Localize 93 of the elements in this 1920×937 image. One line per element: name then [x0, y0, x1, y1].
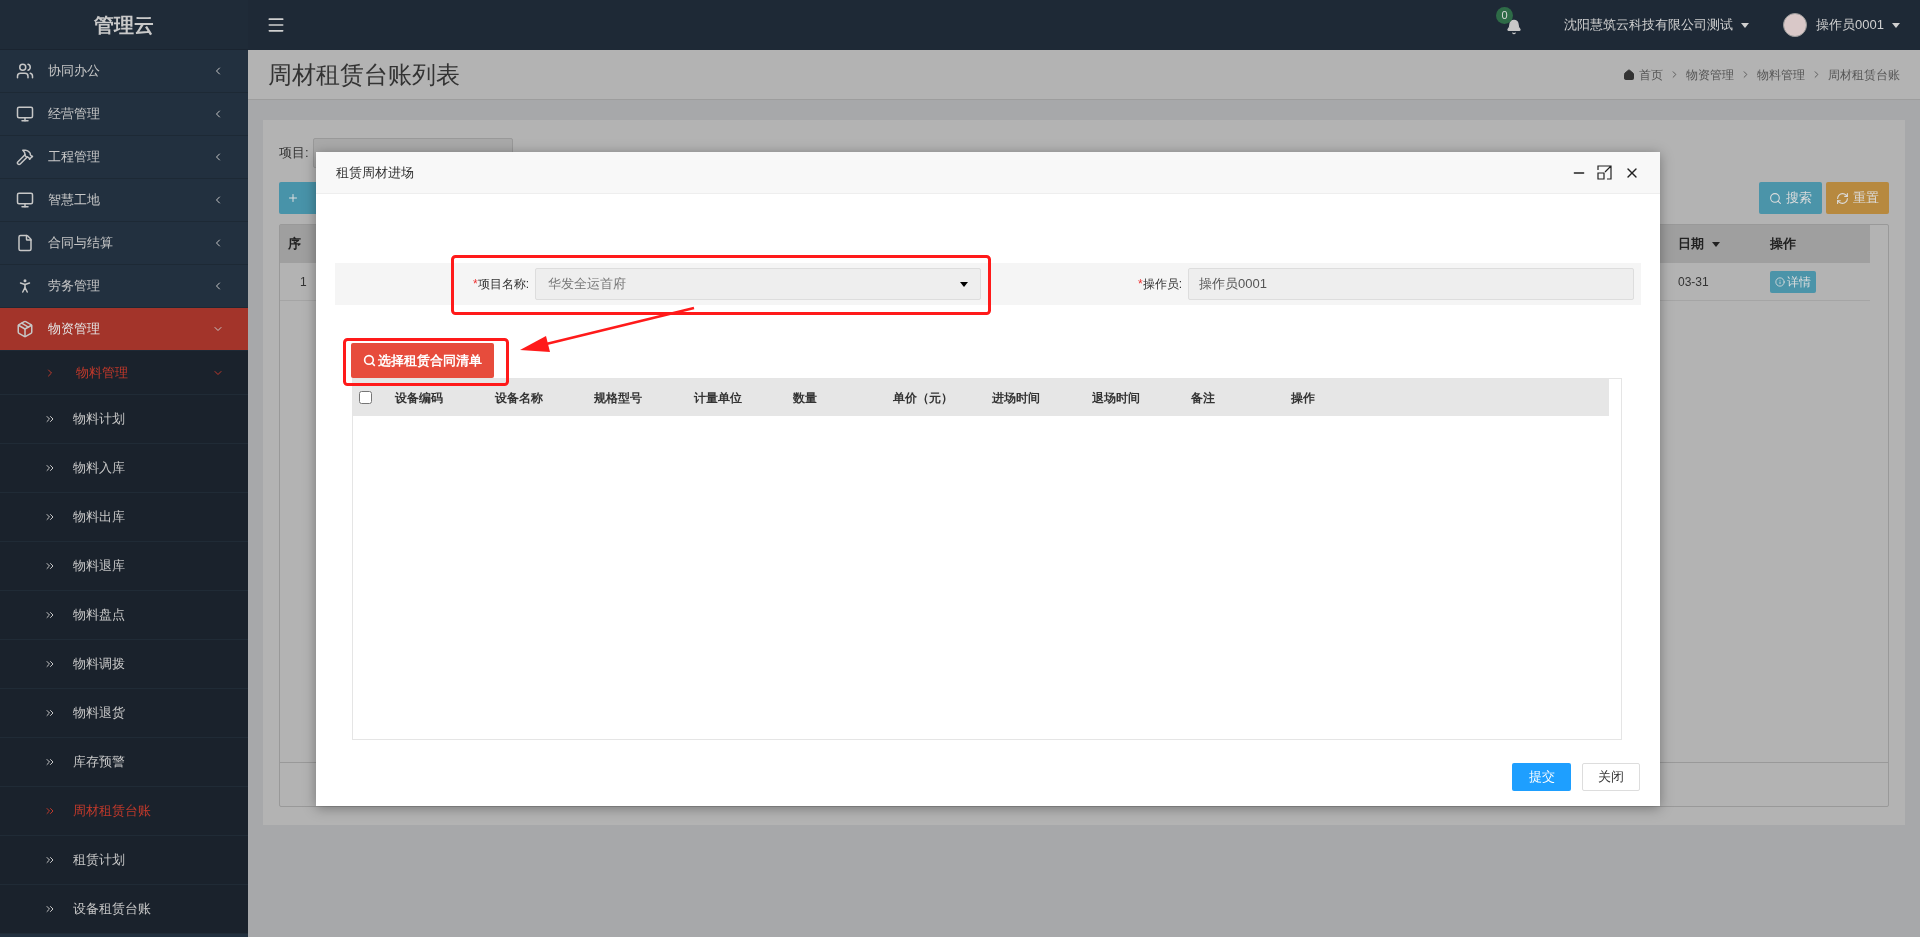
table-cell-text: 1: [299, 273, 308, 291]
search-icon: [363, 354, 376, 367]
sidebar-subitem[interactable]: 库存预警: [0, 738, 248, 787]
sidebar-item-label: 库存预警: [73, 753, 125, 772]
double-chevron-icon: [44, 413, 56, 425]
sidebar-item-label: 物资管理: [48, 320, 101, 339]
project-select[interactable]: 华发全运首府: [535, 268, 981, 300]
column-header: 操作: [1290, 389, 1316, 407]
sidebar-subitem[interactable]: 租赁计划: [0, 836, 248, 885]
sort-icon: [1712, 241, 1720, 247]
column-header: 进场时间: [992, 389, 1041, 407]
double-chevron-icon: [44, 511, 56, 523]
logo-text: 管理云: [94, 12, 154, 38]
sidebar-item[interactable]: 物资管理: [0, 308, 248, 351]
sidebar-item-label: 物料计划: [73, 410, 125, 429]
monitor-icon: [16, 105, 34, 123]
sidebar-item-label: 物料调拨: [73, 655, 125, 674]
breadcrumb-link[interactable]: 物资管理: [1686, 65, 1734, 84]
field-label: *项目名称:: [472, 276, 530, 293]
double-chevron-icon: [44, 854, 56, 866]
select-contract-button[interactable]: 选择租赁合同清单: [351, 343, 494, 378]
sidebar-item-label: 租赁计划: [73, 851, 125, 870]
double-chevron-icon: [44, 805, 56, 817]
cube-icon: [16, 320, 34, 338]
column-header: 退场时间: [1091, 389, 1141, 407]
column-header: 计量单位: [693, 389, 743, 407]
dialog-title: 租赁周材进场: [336, 163, 414, 182]
sidebar-item-label: 经营管理: [48, 105, 101, 124]
column-header: 设备名称: [494, 389, 544, 407]
home-icon: [1623, 68, 1635, 81]
sidebar-subitem[interactable]: 物料调拨: [0, 640, 248, 689]
sidebar-item-label: 设备租赁台账: [73, 900, 151, 919]
column-header: 设备编码: [395, 389, 444, 407]
double-chevron-icon: [44, 756, 56, 768]
double-chevron-icon: [44, 707, 56, 719]
sidebar-item-label: 智慧工地: [48, 191, 101, 210]
double-chevron-icon: [44, 462, 56, 474]
close-button[interactable]: 关闭: [1582, 763, 1640, 791]
sidebar-subitem[interactable]: 物料退货: [0, 689, 248, 738]
breadcrumb-link[interactable]: 周材租赁台账: [1828, 65, 1900, 84]
double-chevron-icon: [44, 560, 56, 572]
double-chevron-icon: [44, 903, 56, 915]
bell-icon[interactable]: [1506, 19, 1523, 35]
field-label: *操作员:: [1137, 276, 1183, 293]
user-dropdown[interactable]: 操作员0001: [1816, 15, 1900, 35]
caret-icon: [1741, 22, 1750, 28]
sidebar-item-label: 合同与结算: [48, 234, 114, 253]
sidebar-subitem[interactable]: 物料盘点: [0, 591, 248, 640]
plus-icon: [287, 192, 299, 204]
sidebar-item-label: 物料盘点: [73, 606, 125, 625]
sidebar-subitem[interactable]: 物料入库: [0, 444, 248, 493]
sidebar-item-label: 周材租赁台账: [73, 802, 151, 821]
column-header: 日期: [1678, 234, 1770, 254]
caret-icon: [1892, 22, 1900, 28]
page-title: 周材租赁台账列表: [268, 59, 460, 90]
sidebar-item-label: 协同办公: [48, 62, 101, 81]
menu-icon[interactable]: [266, 15, 286, 35]
sidebar-item-label: 劳务管理: [48, 277, 101, 296]
sidebar-subitem[interactable]: 设备租赁台账: [0, 885, 248, 934]
column-header: 规格型号: [594, 389, 643, 407]
sidebar-subitem[interactable]: 物料计划: [0, 395, 248, 444]
sidebar-subitem[interactable]: 物料退库: [0, 542, 248, 591]
sidebar-item-label: 物料入库: [73, 459, 125, 478]
sidebar-item-label: 工程管理: [48, 148, 101, 167]
column-header: 序: [287, 235, 302, 254]
double-chevron-icon: [44, 609, 56, 621]
column-header: 单价（元）: [892, 389, 954, 407]
breadcrumb-link[interactable]: 物料管理: [1757, 65, 1805, 84]
select-all-checkbox[interactable]: [359, 391, 372, 404]
file-icon: [16, 234, 34, 252]
notification-badge: 0: [1496, 7, 1514, 24]
breadcrumb-link[interactable]: 首页: [1639, 65, 1663, 84]
refresh-icon: [1836, 191, 1849, 205]
double-chevron-icon: [44, 658, 56, 670]
sidebar-subitem[interactable]: 物料出库: [0, 493, 248, 542]
sidebar-item-label: 物料退货: [73, 704, 125, 723]
table-cell-text: 03-31: [1678, 273, 1710, 291]
dropdown-caret-icon: [960, 281, 968, 287]
sidebar-item-label: 物料出库: [73, 508, 125, 527]
company-dropdown[interactable]: 沈阳慧筑云科技有限公司测试: [1564, 15, 1750, 35]
monitor-icon: [16, 191, 34, 209]
maximize-icon[interactable]: [1597, 165, 1612, 180]
hammer-icon: [16, 148, 34, 166]
users-icon: [16, 62, 34, 80]
column-header: 操作: [1770, 235, 1797, 254]
avatar: [1783, 13, 1808, 37]
info-icon: [1775, 276, 1785, 287]
column-header: 备注: [1191, 389, 1216, 407]
search-icon: [1769, 191, 1782, 205]
sidebar-item-label: 物料管理: [76, 363, 129, 382]
column-header: 数量: [793, 389, 818, 407]
filter-label: 项目:: [279, 144, 309, 163]
sidebar-item-label: 物料退库: [73, 557, 125, 576]
